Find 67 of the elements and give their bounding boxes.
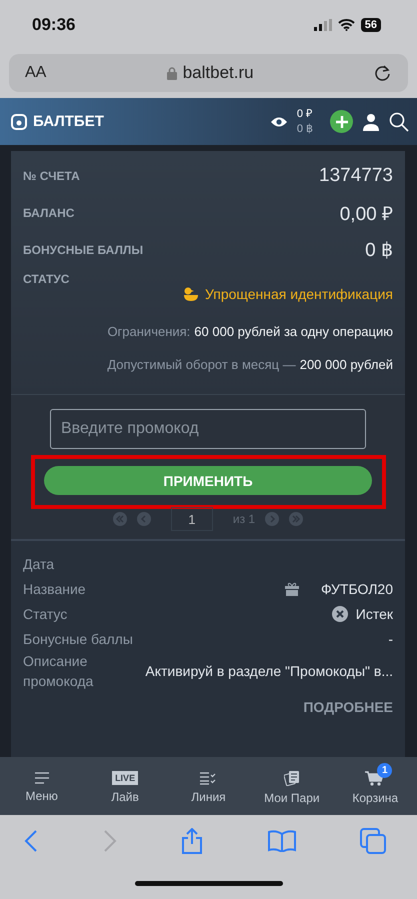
page-count: из 1: [232, 512, 256, 526]
field-label: БАЛАНС: [23, 206, 74, 220]
nav-tab[interactable]: 1 Корзина: [335, 762, 416, 804]
nav-tab[interactable]: Линия: [168, 762, 248, 804]
plus-icon: [334, 114, 348, 128]
share-icon[interactable]: [181, 828, 203, 854]
lock-icon: [166, 66, 177, 80]
detail-value: Истек: [356, 606, 393, 622]
limit-value: 60 000 рублей за одну операцию: [194, 324, 393, 339]
gift-icon: [285, 582, 300, 596]
forward-icon[interactable]: [102, 830, 116, 852]
home-indicator[interactable]: [134, 880, 282, 886]
signal-icon: [314, 19, 332, 31]
bonus-amount: 0 ฿: [296, 122, 313, 136]
tabs-icon[interactable]: [360, 828, 386, 854]
cart-badge: 1: [377, 762, 392, 778]
field-value: 1374773: [319, 164, 393, 186]
wifi-icon: [338, 19, 355, 31]
promo-code-field[interactable]: Введите промокод: [50, 409, 366, 449]
text-size-button[interactable]: AA: [25, 64, 46, 82]
balance-amount: 0 ₽: [296, 106, 313, 122]
apply-button[interactable]: ПРИМЕНИТЬ: [44, 466, 372, 495]
detail-value: -: [388, 630, 393, 646]
site-logo[interactable]: БАЛТБЕТ: [33, 113, 104, 130]
more-link[interactable]: ПОДРОБНЕЕ: [23, 699, 393, 715]
limit-label: Ограничения:: [107, 324, 190, 339]
detail-value: ФУТБОЛ20: [321, 580, 393, 596]
back-icon[interactable]: [24, 830, 38, 852]
address-bar[interactable]: AA baltbet.ru: [9, 54, 408, 92]
bookmarks-icon[interactable]: [268, 830, 296, 852]
status-value: Упрощенная идентификация: [204, 286, 393, 302]
field-label: № СЧЕТА: [23, 168, 80, 182]
last-page-icon[interactable]: [289, 512, 304, 526]
detail-value: Активируй в разделе "Промокоды" в...: [145, 663, 393, 679]
field-value: 0,00 ₽: [340, 202, 393, 226]
page-number-field[interactable]: 1: [170, 507, 213, 531]
field-label: БОНУСНЫЕ БАЛЛЫ: [23, 242, 144, 256]
logo-icon: [10, 112, 28, 130]
eye-icon[interactable]: [270, 116, 288, 128]
prev-page-icon[interactable]: [136, 512, 151, 526]
status-time: 09:36: [32, 15, 76, 35]
reload-icon[interactable]: [374, 64, 392, 82]
deposit-button[interactable]: [330, 110, 353, 133]
field-label: СТАТУС: [23, 272, 70, 288]
duck-icon: [182, 287, 199, 301]
limit-label: Допустимый оборот в месяц —: [107, 357, 296, 372]
limit-value: 200 000 рублей: [300, 357, 393, 372]
field-value: 0 ฿: [365, 238, 393, 262]
expired-icon: [332, 606, 348, 622]
user-icon[interactable]: [362, 112, 380, 130]
first-page-icon[interactable]: [112, 512, 127, 526]
url-text: baltbet.ru: [182, 63, 254, 83]
detail-label: Бонусные баллы: [23, 630, 133, 648]
battery-indicator: 56: [360, 18, 381, 32]
tickets-icon: [284, 770, 300, 786]
search-icon[interactable]: [389, 112, 409, 132]
detail-label: Статус: [23, 604, 68, 624]
nav-tab[interactable]: Меню: [2, 763, 82, 803]
nav-tab[interactable]: Мои Пари: [252, 762, 332, 804]
nav-tab[interactable]: LIVE Лайв: [85, 762, 166, 804]
checklist-icon: [200, 772, 216, 784]
detail-label: Дата: [23, 554, 54, 574]
next-page-icon[interactable]: [265, 512, 280, 526]
detail-label: Описание промокода: [23, 652, 93, 691]
menu-icon: [34, 772, 49, 784]
detail-label: Название: [23, 580, 86, 598]
live-icon: LIVE: [112, 771, 138, 785]
